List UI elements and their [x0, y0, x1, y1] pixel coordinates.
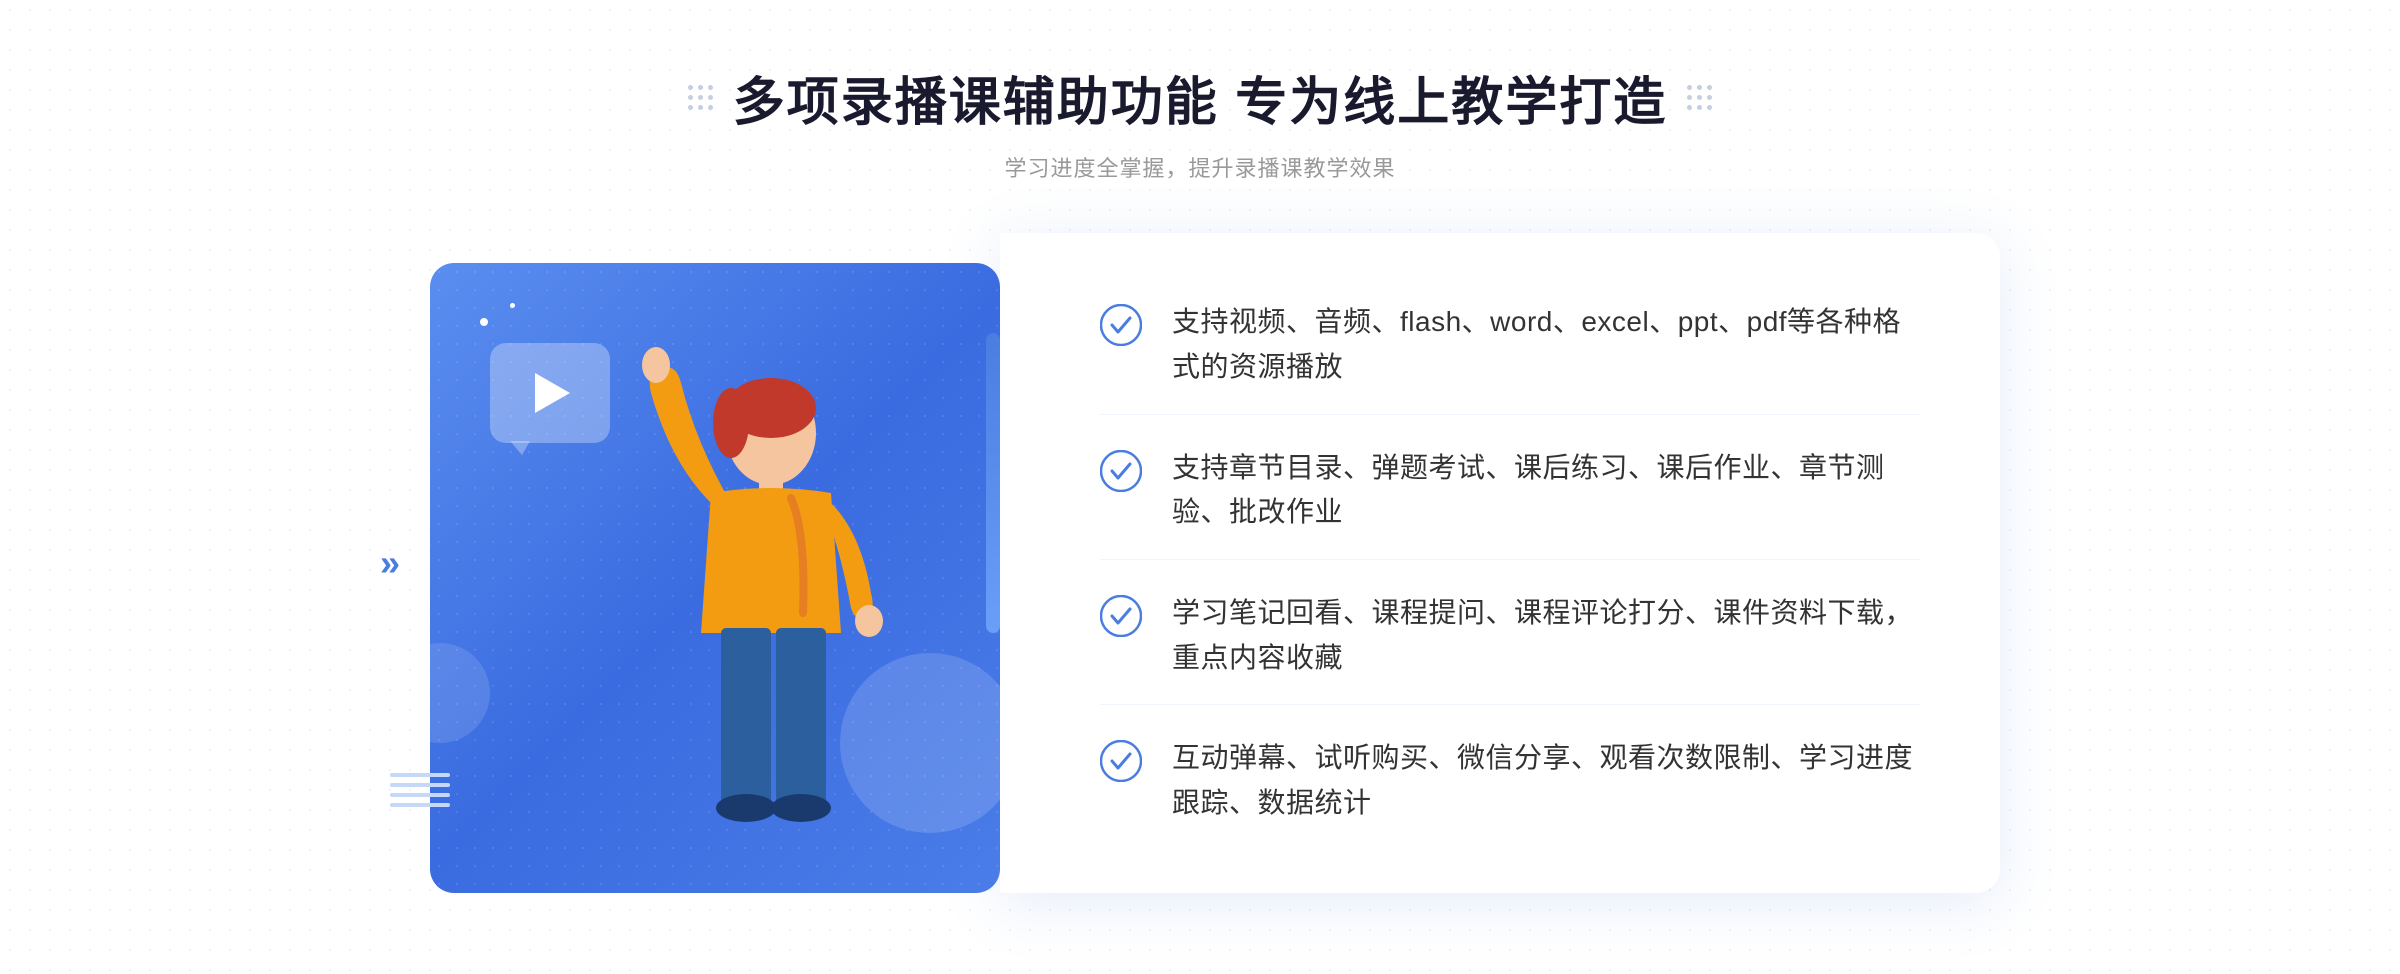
header-title-row: 多项录播课辅助功能 专为线上教学打造	[688, 60, 1712, 135]
feature-item: 支持视频、音频、flash、word、excel、ppt、pdf等各种格式的资源…	[1100, 276, 1920, 415]
feature-text-4: 互动弹幕、试听购买、微信分享、观看次数限制、学习进度跟踪、数据统计	[1172, 736, 1920, 826]
play-icon	[535, 373, 570, 413]
page-subtitle: 学习进度全掌握，提升录播课教学效果	[688, 151, 1712, 183]
dot	[1687, 95, 1692, 100]
dot	[688, 95, 693, 100]
dot	[698, 105, 703, 110]
sparkle-decoration	[510, 303, 515, 308]
feature-item: 支持章节目录、弹题考试、课后练习、课后作业、章节测验、批改作业	[1100, 422, 1920, 561]
feature-text-3: 学习笔记回看、课程提问、课程评论打分、课件资料下载，重点内容收藏	[1172, 591, 1920, 681]
deco-line	[390, 793, 450, 797]
deco-line	[390, 773, 450, 777]
dot	[708, 95, 713, 100]
dot	[708, 105, 713, 110]
dot	[1707, 105, 1712, 110]
check-circle-icon	[1100, 740, 1142, 782]
feature-item: 学习笔记回看、课程提问、课程评论打分、课件资料下载，重点内容收藏	[1100, 567, 1920, 706]
feature-text-2: 支持章节目录、弹题考试、课后练习、课后作业、章节测验、批改作业	[1172, 446, 1920, 536]
decorative-lines	[390, 773, 450, 813]
chevron-right-icon: »	[380, 542, 400, 584]
features-area: 支持视频、音频、flash、word、excel、ppt、pdf等各种格式的资源…	[1000, 233, 2000, 893]
dot	[1697, 95, 1702, 100]
feature-item: 互动弹幕、试听购买、微信分享、观看次数限制、学习进度跟踪、数据统计	[1100, 712, 1920, 850]
person-illustration	[631, 313, 911, 893]
left-chevrons: »	[380, 542, 400, 584]
feature-text-1: 支持视频、音频、flash、word、excel、ppt、pdf等各种格式的资源…	[1172, 300, 1920, 390]
sparkle-decoration	[480, 318, 488, 326]
dot	[1687, 105, 1692, 110]
deco-line	[390, 803, 450, 807]
illustration-card	[430, 263, 1000, 893]
header-section: 多项录播课辅助功能 专为线上教学打造	[688, 60, 1712, 183]
page-title: 多项录播课辅助功能 专为线上教学打造	[733, 60, 1667, 135]
dot	[1707, 95, 1712, 100]
deco-circle-medium	[430, 643, 490, 743]
check-circle-icon	[1100, 450, 1142, 492]
dot	[688, 85, 693, 90]
dot	[698, 95, 703, 100]
check-circle-icon	[1100, 304, 1142, 346]
dot	[1697, 105, 1702, 110]
check-circle-icon	[1100, 595, 1142, 637]
vertical-bar-decoration	[986, 333, 1000, 633]
left-decorative-dots	[688, 85, 713, 110]
play-bubble	[490, 343, 610, 443]
dot	[698, 85, 703, 90]
illustration-area: »	[400, 233, 1000, 893]
right-decorative-dots	[1687, 85, 1712, 110]
content-section: »	[400, 233, 2000, 893]
dot	[708, 85, 713, 90]
deco-line	[390, 783, 450, 787]
page-container: 多项录播课辅助功能 专为线上教学打造	[0, 0, 2400, 974]
dot	[1687, 85, 1692, 90]
dot	[688, 105, 693, 110]
dot	[1697, 85, 1702, 90]
dot	[1707, 85, 1712, 90]
